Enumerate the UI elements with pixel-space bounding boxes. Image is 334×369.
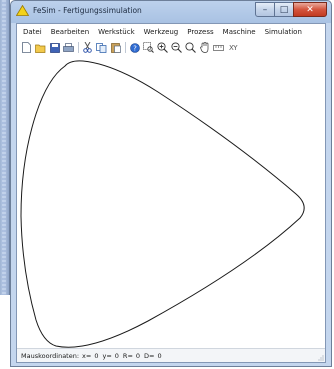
y-coordinate-value: 0 bbox=[114, 351, 119, 360]
drawing-canvas[interactable] bbox=[18, 56, 324, 349]
window-title: FeSim - Fertigungssimulation bbox=[33, 6, 142, 15]
workpiece-contour bbox=[20, 60, 305, 348]
d-coordinate-value: 0 bbox=[157, 351, 162, 360]
title-bar[interactable]: FeSim - Fertigungssimulation – □ ✕ bbox=[11, 1, 331, 23]
menu-prozess[interactable]: Prozess bbox=[187, 28, 213, 36]
app-warning-triangle-icon bbox=[16, 5, 29, 16]
background-window-edge bbox=[0, 0, 10, 295]
save-button[interactable] bbox=[49, 42, 60, 53]
pan-button[interactable] bbox=[199, 42, 210, 53]
menu-datei[interactable]: Datei bbox=[23, 28, 42, 36]
minimize-icon: – bbox=[262, 4, 268, 15]
measure-button[interactable] bbox=[213, 42, 224, 53]
paste-icon bbox=[110, 43, 121, 53]
zoom-fit-button[interactable] bbox=[185, 42, 196, 53]
cut-icon bbox=[83, 42, 92, 53]
zoom-in-icon bbox=[157, 42, 168, 53]
close-button[interactable]: ✕ bbox=[293, 2, 327, 17]
window-controls: – □ ✕ bbox=[255, 2, 327, 18]
menu-simulation[interactable]: Simulation bbox=[265, 28, 302, 36]
close-icon: ✕ bbox=[306, 4, 314, 15]
r-coordinate-value: 0 bbox=[135, 351, 141, 360]
maximize-icon: □ bbox=[279, 4, 289, 15]
paste-button[interactable] bbox=[110, 42, 121, 53]
print-button[interactable] bbox=[63, 42, 74, 53]
zoom-out-button[interactable] bbox=[171, 42, 182, 53]
print-icon bbox=[63, 42, 74, 52]
menu-bearbeiten[interactable]: Bearbeiten bbox=[51, 28, 89, 36]
pan-hand-icon bbox=[199, 42, 208, 53]
toolbar-separator bbox=[78, 42, 79, 53]
xy-coordinates-icon: XY bbox=[228, 43, 238, 52]
help-button[interactable]: ? bbox=[129, 42, 140, 53]
d-coordinate-label: D= bbox=[144, 351, 155, 360]
r-coordinate-label: R= bbox=[122, 351, 133, 360]
status-bar: Mauskoordinaten: x= 0 y= 0 R= 0 D= 0 bbox=[17, 348, 325, 362]
resize-grip-icon[interactable] bbox=[316, 353, 324, 361]
zoom-fit-icon bbox=[185, 42, 196, 53]
svg-text:?: ? bbox=[133, 44, 137, 52]
client-area: Datei Bearbeiten Werkstück Werkzeug Proz… bbox=[16, 23, 326, 363]
application-window: FeSim - Fertigungssimulation – □ ✕ Datei… bbox=[10, 0, 332, 367]
toolbar-separator bbox=[125, 42, 126, 53]
new-file-icon bbox=[22, 42, 31, 53]
minimize-button[interactable]: – bbox=[255, 2, 275, 17]
toolbar: ? XY bbox=[17, 40, 325, 55]
workpiece-contour-view bbox=[20, 60, 305, 348]
zoom-window-icon bbox=[143, 42, 154, 53]
menu-bar: Datei Bearbeiten Werkstück Werkzeug Proz… bbox=[17, 24, 325, 40]
open-folder-icon bbox=[35, 44, 46, 53]
zoom-in-button[interactable] bbox=[157, 42, 168, 53]
y-coordinate-label: y= bbox=[102, 351, 112, 360]
xy-coordinates-button[interactable]: XY bbox=[227, 42, 239, 53]
x-coordinate-label: x= bbox=[82, 351, 92, 360]
help-icon: ? bbox=[129, 42, 140, 53]
x-coordinate-value: 0 bbox=[94, 351, 99, 360]
zoom-window-button[interactable] bbox=[143, 42, 154, 53]
new-file-button[interactable] bbox=[21, 42, 32, 53]
menu-werkstueck[interactable]: Werkstück bbox=[98, 28, 134, 36]
zoom-out-icon bbox=[171, 42, 182, 53]
menu-werkzeug[interactable]: Werkzeug bbox=[144, 28, 179, 36]
copy-button[interactable] bbox=[96, 42, 107, 53]
measure-icon bbox=[213, 44, 224, 51]
copy-icon bbox=[96, 42, 107, 53]
cut-button[interactable] bbox=[82, 42, 93, 53]
maximize-button[interactable]: □ bbox=[274, 2, 294, 17]
background-window-stripe bbox=[2, 0, 6, 295]
mouse-coordinates-label: Mauskoordinaten: bbox=[21, 351, 80, 360]
save-icon bbox=[49, 42, 60, 53]
open-button[interactable] bbox=[35, 42, 46, 53]
menu-maschine[interactable]: Maschine bbox=[223, 28, 256, 36]
